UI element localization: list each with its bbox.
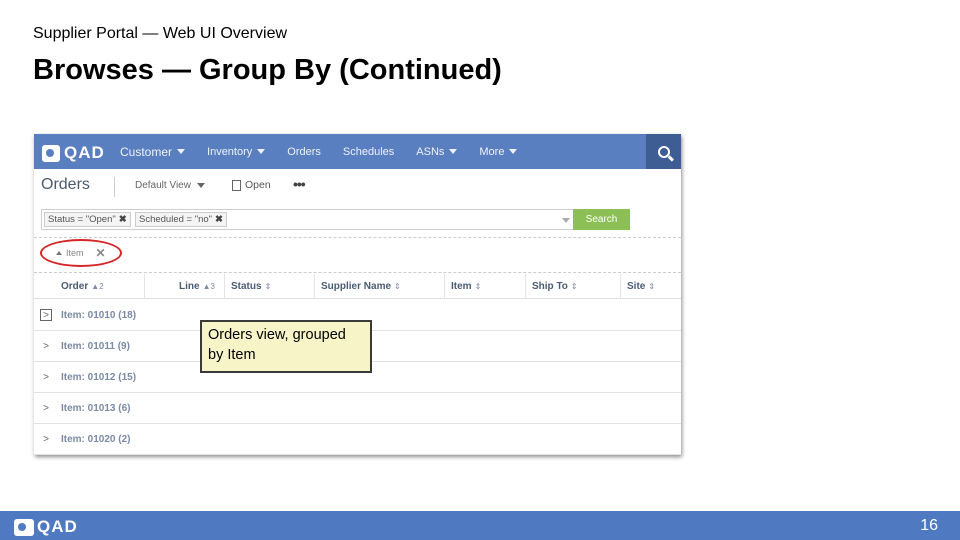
view-selector-label: Default View [135, 180, 191, 191]
qad-logo-icon [14, 518, 34, 536]
column-header-item[interactable]: Item ⇕ [444, 274, 525, 299]
slide-title: Browses — Group By (Continued) [33, 54, 502, 86]
column-header-status[interactable]: Status ⇕ [224, 274, 314, 299]
nav-inventory[interactable]: Inventory [207, 145, 266, 158]
page-toolbar: Orders Default View Open ••• [34, 169, 681, 202]
page-number: 16 [920, 517, 938, 534]
sort-icon: ⇕ [570, 282, 578, 291]
sort-icon: ⇕ [394, 282, 401, 291]
view-selector[interactable]: Default View [135, 180, 205, 191]
chevron-down-icon [257, 149, 266, 154]
logo-text: QAD [64, 143, 105, 162]
callout-note: Orders view, grouped by Item [200, 320, 372, 373]
slide-subtitle: Supplier Portal — Web UI Overview [33, 25, 288, 42]
column-label: Item [451, 281, 472, 292]
app-screenshot: QAD Customer Inventory Orders Schedules … [34, 134, 681, 455]
sort-icon: ⇕ [474, 282, 482, 291]
qad-logo-icon [42, 144, 60, 162]
column-header-supplier-name[interactable]: Supplier Name ⇕ [314, 274, 444, 299]
chevron-down-icon [509, 149, 518, 154]
nav-customer[interactable]: Customer [120, 144, 186, 159]
filter-chip-label: Scheduled = "no" [139, 214, 213, 225]
chevron-down-icon [177, 149, 186, 154]
column-label: Status [231, 281, 262, 292]
footer-logo-text: QAD [37, 517, 78, 536]
column-header-site[interactable]: Site ⇕ [620, 274, 681, 299]
sort-icon: ⇕ [264, 282, 272, 291]
filter-chip-label: Status = "Open" [48, 214, 116, 225]
group-label: Item: 01010 (18) [61, 309, 137, 321]
footer-logo: QAD [14, 517, 78, 537]
column-label: Order [61, 281, 89, 292]
open-label: Open [245, 179, 271, 191]
search-button[interactable]: Search [573, 209, 630, 230]
more-actions-button[interactable]: ••• [293, 176, 306, 192]
chevron-right-icon[interactable]: > [40, 340, 52, 352]
column-label: Line [179, 281, 200, 292]
open-button[interactable]: Open [232, 179, 271, 191]
divider [34, 272, 681, 273]
grid-header: Order ▲2 Line ▲3 Status ⇕ Supplier Name ⇕ It… [34, 274, 681, 299]
chevron-right-icon[interactable]: > [40, 309, 52, 321]
nav-orders[interactable]: Orders [287, 146, 321, 158]
group-label: Item: 01012 (15) [61, 371, 137, 383]
chevron-down-icon[interactable] [562, 218, 570, 223]
filter-input[interactable]: Status = "Open" ✖ Scheduled = "no" ✖ [41, 209, 630, 230]
group-label: Item: 01020 (2) [61, 433, 131, 445]
column-header-line[interactable]: Line ▲3 [144, 274, 224, 299]
chevron-right-icon[interactable]: > [40, 433, 52, 445]
filter-chip-scheduled[interactable]: Scheduled = "no" ✖ [135, 212, 228, 227]
divider [114, 177, 115, 197]
chevron-right-icon[interactable]: > [40, 402, 52, 414]
nav-label: Schedules [342, 145, 395, 158]
nav-label: ASNs [416, 145, 445, 158]
nav-label: Orders [287, 145, 321, 158]
nav-label: Inventory [207, 145, 253, 158]
top-nav-bar: QAD Customer Inventory Orders Schedules … [34, 134, 681, 169]
nav-label: Customer [120, 144, 173, 159]
nav-schedules[interactable]: Schedules [343, 146, 394, 158]
column-header-order[interactable]: Order ▲2 [34, 274, 144, 299]
group-label: Item: 01011 (9) [61, 340, 130, 352]
column-label: Supplier Name [321, 281, 392, 292]
chevron-right-icon[interactable]: > [40, 371, 52, 383]
filter-chip-status[interactable]: Status = "Open" ✖ [44, 212, 131, 227]
divider [34, 237, 681, 238]
sort-icon: ⇕ [648, 282, 656, 291]
close-icon[interactable]: ✖ [119, 214, 127, 225]
nav-asns[interactable]: ASNs [416, 145, 458, 158]
app-logo[interactable]: QAD [42, 143, 105, 163]
footer-bar: QAD 16 [0, 511, 960, 540]
highlight-oval [40, 239, 122, 267]
sort-icon: ▲3 [202, 282, 215, 291]
group-row[interactable]: > Item: 01013 (6) [34, 393, 681, 424]
search-icon [657, 145, 670, 158]
nav-label: More [479, 145, 505, 158]
chevron-down-icon [196, 183, 205, 188]
column-label: Ship To [532, 281, 568, 292]
sort-icon: ▲2 [91, 282, 104, 291]
column-label: Site [627, 281, 646, 292]
close-icon[interactable]: ✖ [215, 214, 223, 225]
chevron-down-icon [449, 149, 458, 154]
nav-more[interactable]: More [479, 145, 518, 158]
group-label: Item: 01013 (6) [61, 402, 131, 414]
page-title: Orders [41, 176, 90, 193]
document-icon [232, 179, 241, 191]
nav-search-button[interactable] [646, 134, 681, 169]
column-header-ship-to[interactable]: Ship To ⇕ [525, 274, 620, 299]
group-row[interactable]: > Item: 01020 (2) [34, 424, 681, 455]
